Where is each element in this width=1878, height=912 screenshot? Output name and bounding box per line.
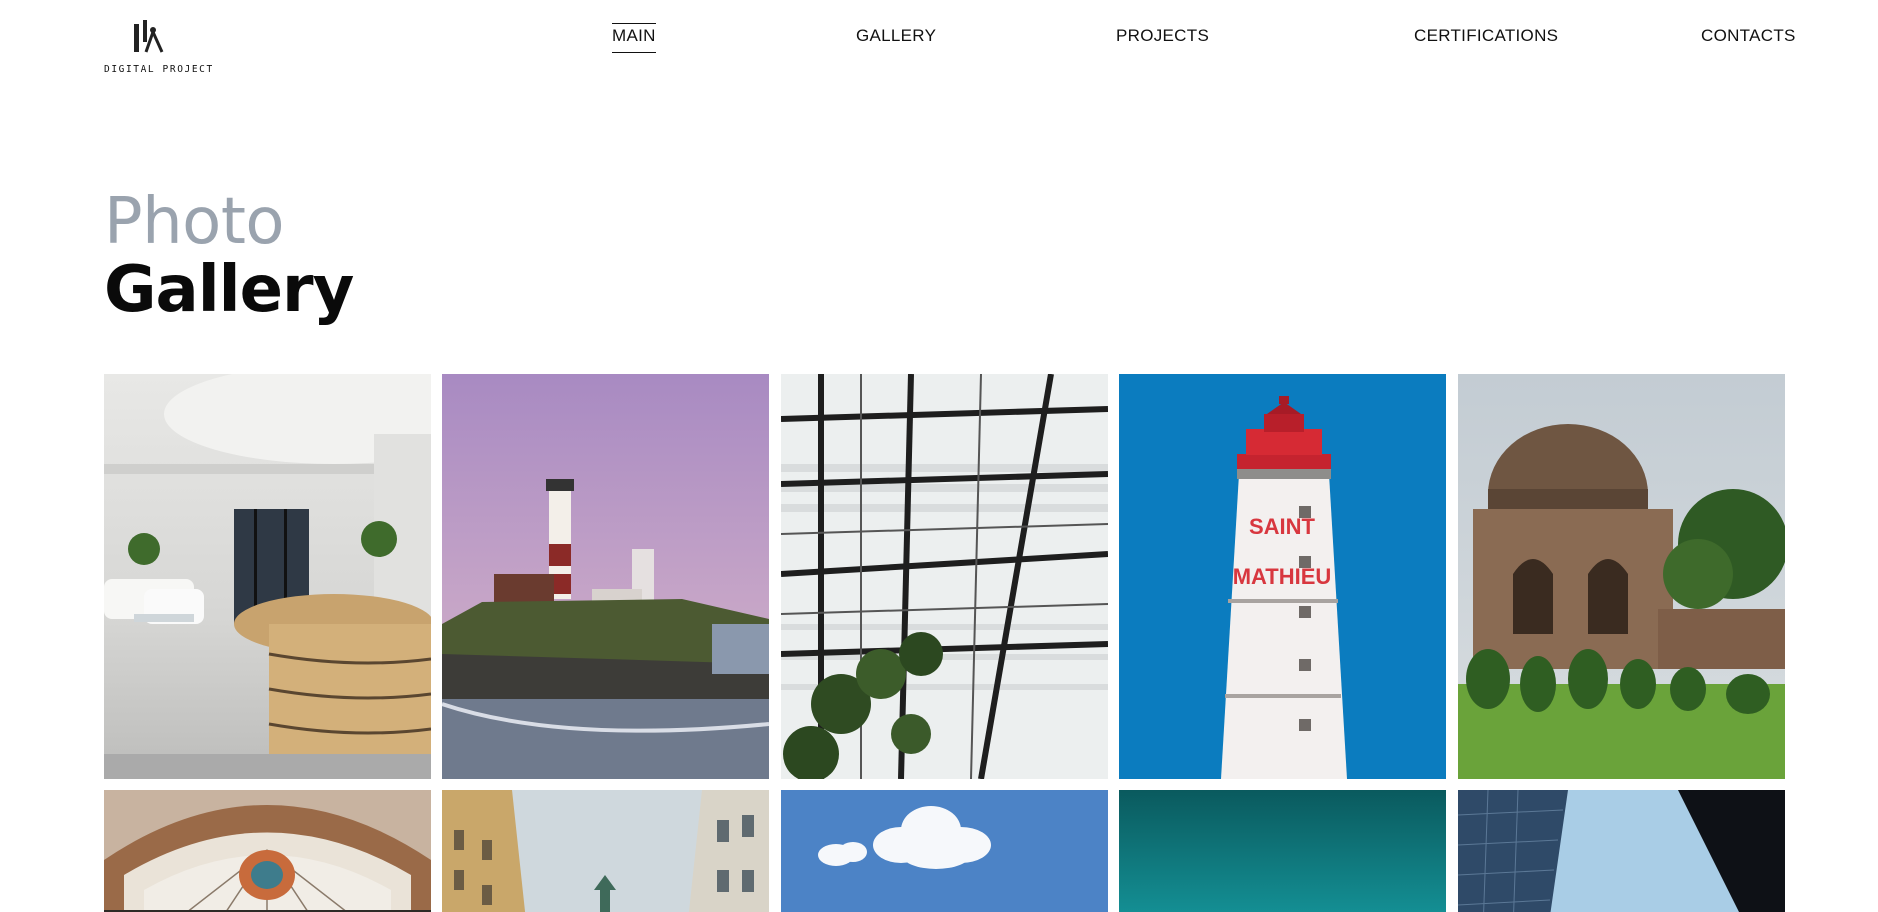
gallery-photo-street-buildings[interactable] (442, 790, 769, 912)
lighthouse-sign-mathieu: MATHIEU (1233, 564, 1332, 589)
title-light: Photo (104, 185, 285, 259)
nav-contacts[interactable]: CONTACTS (1701, 26, 1796, 52)
office-lobby-image (104, 374, 431, 779)
nav-gallery[interactable]: GALLERY (856, 26, 936, 52)
skyscraper-image (1458, 790, 1785, 912)
arched-window-image (104, 790, 431, 912)
logo-text: DIGITAL PROJECT (104, 64, 214, 75)
nav-main[interactable]: MAIN (612, 23, 656, 53)
saint-mathieu-lighthouse-image: SAINT MATHIEU (1119, 374, 1446, 779)
gallery-photo-lighthouse-cliff[interactable] (442, 374, 769, 779)
domed-tomb-image (1458, 374, 1785, 779)
greenhouse-roof-image (781, 374, 1108, 779)
compass-pencil-logo-icon (134, 20, 164, 53)
gallery-photo-teal-sky[interactable] (1119, 790, 1446, 912)
nav-projects[interactable]: PROJECTS (1116, 26, 1209, 52)
gallery-photo-skyscraper[interactable] (1458, 790, 1785, 912)
lighthouse-cliff-image (442, 374, 769, 779)
blue-sky-clouds-image (781, 790, 1108, 912)
gallery-photo-greenhouse-roof[interactable] (781, 374, 1108, 779)
nav-certifications[interactable]: CERTIFICATIONS (1414, 26, 1558, 52)
site-header: DIGITAL PROJECT MAIN GALLERY PROJECTS CE… (104, 0, 1795, 90)
logo-link[interactable]: DIGITAL PROJECT (104, 20, 212, 80)
page: DIGITAL PROJECT MAIN GALLERY PROJECTS CE… (0, 0, 1878, 912)
gallery-photo-office-lobby[interactable] (104, 374, 431, 779)
gallery-photo-arched-window[interactable] (104, 790, 431, 912)
gallery-photo-blue-sky-clouds[interactable] (781, 790, 1108, 912)
main-nav: MAIN GALLERY PROJECTS CERTIFICATIONS CON… (612, 23, 1795, 56)
page-title: Photo Gallery (104, 185, 354, 327)
title-bold: Gallery (104, 253, 354, 327)
gallery-photo-domed-tomb[interactable] (1458, 374, 1785, 779)
gallery-photo-saint-mathieu-lighthouse[interactable]: SAINT MATHIEU (1119, 374, 1446, 779)
teal-sky-image (1119, 790, 1446, 912)
street-buildings-image (442, 790, 769, 912)
